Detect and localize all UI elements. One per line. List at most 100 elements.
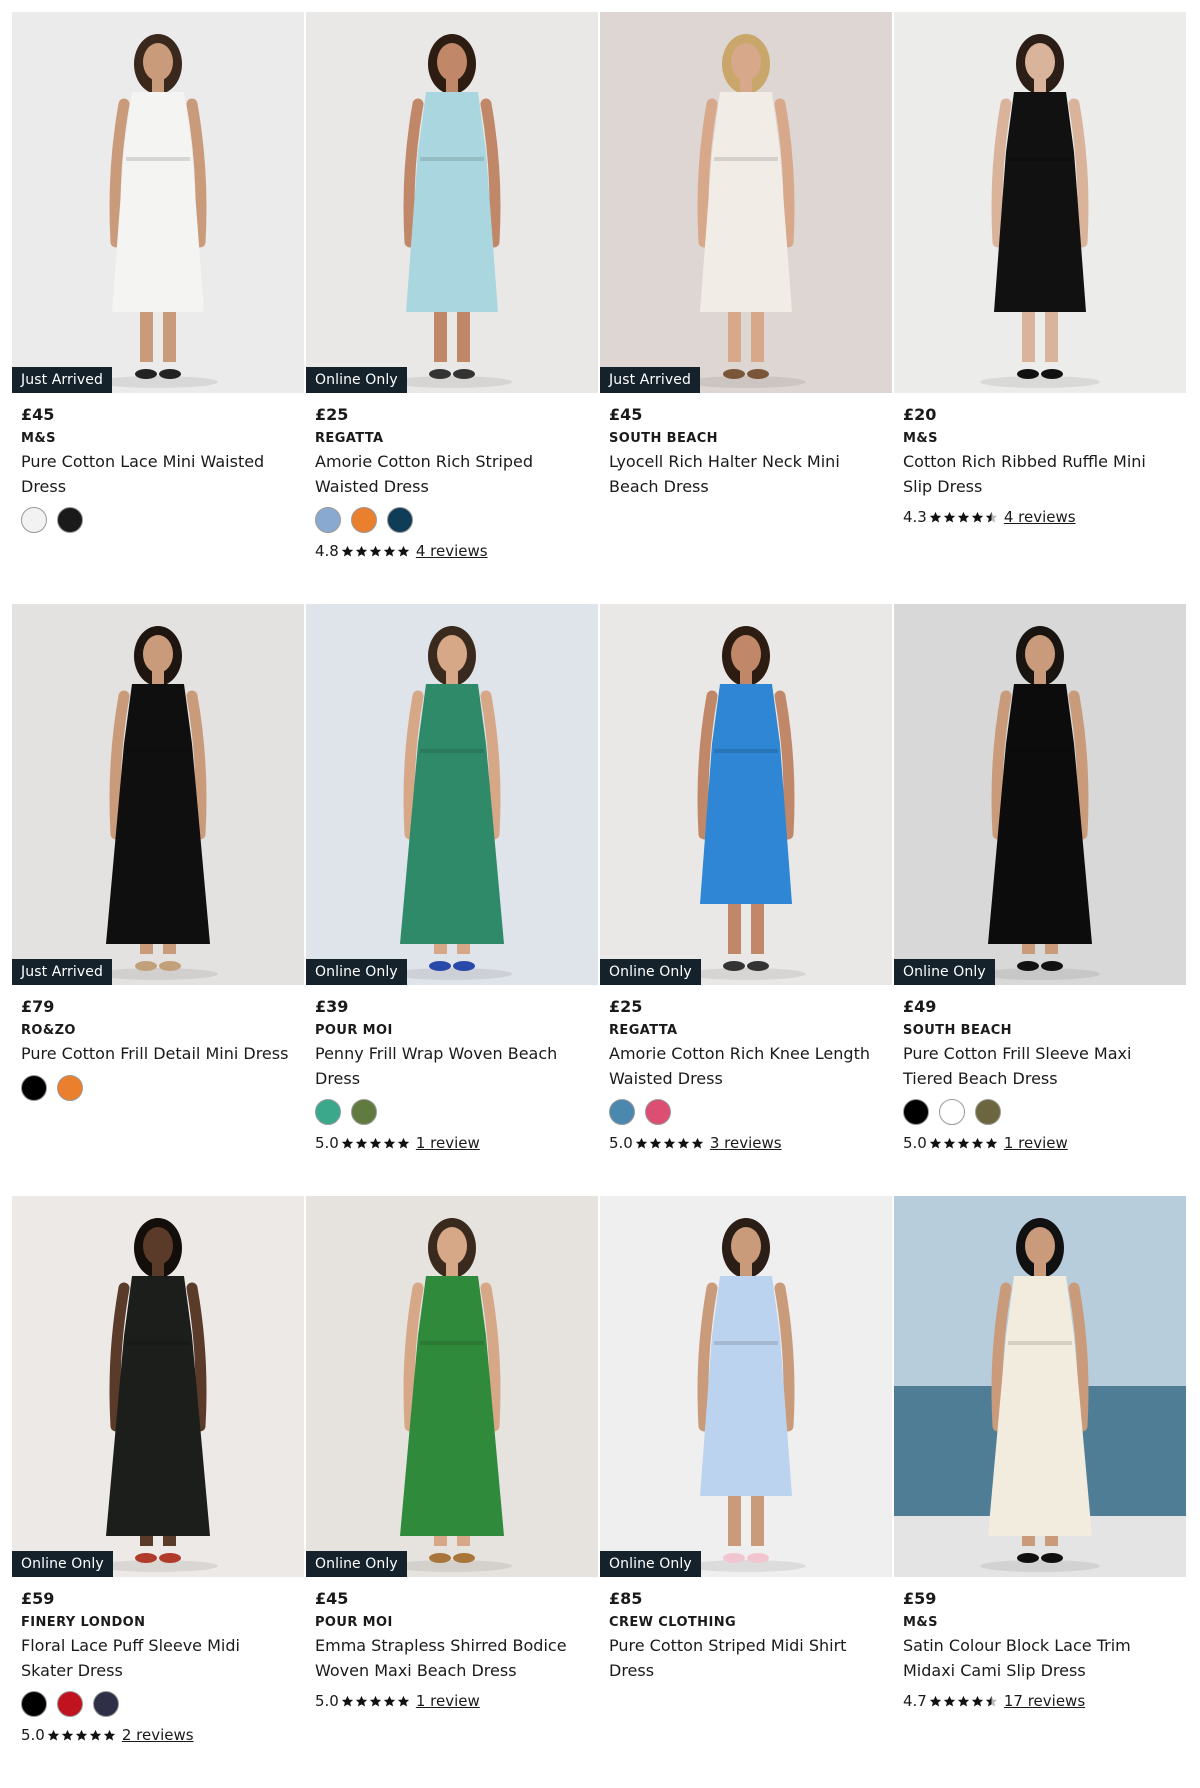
colour-swatches [21,507,295,533]
reviews-link[interactable]: 1 review [416,1131,480,1155]
product-name-link[interactable]: Floral Lace Puff Sleeve Midi Skater Dres… [21,1634,295,1683]
star-icon [369,545,382,557]
product-image-frame[interactable]: Online Only [306,1196,598,1577]
product-card[interactable]: Online Only £59 FINERY LONDON Floral Lace P… [12,1196,304,1788]
product-info: £85 CREW CLOTHING Pure Cotton Striped Midi… [600,1577,892,1683]
product-card[interactable]: Just Arrived £79 RO&ZO Pure Cotton Frill De… [12,604,304,1196]
reviews-link[interactable]: 1 review [1004,1131,1068,1155]
product-image-frame[interactable]: Online Only [600,1196,892,1577]
product-name-link[interactable]: Pure Cotton Frill Sleeve Maxi Tiered Bea… [903,1042,1177,1091]
product-brand: M&S [21,431,56,446]
star-icon [61,1729,74,1741]
product-image[interactable] [600,12,892,393]
product-image-frame[interactable]: Just Arrived [12,12,304,393]
colour-swatch[interactable] [21,507,47,533]
product-image-frame[interactable]: Online Only [894,604,1186,985]
colour-swatch[interactable] [315,1099,341,1125]
colour-swatch[interactable] [57,1691,83,1717]
product-name-link[interactable]: Pure Cotton Lace Mini Waisted Dress [21,450,295,499]
product-image-frame[interactable]: Online Only [306,12,598,393]
product-card[interactable]: £59 M&S Satin Colour Block Lace Trim Midax… [894,1196,1186,1788]
reviews-link[interactable]: 3 reviews [710,1131,782,1155]
product-name-link[interactable]: Satin Colour Block Lace Trim Midaxi Cami… [903,1634,1177,1683]
product-rating: 5.0 1 review [315,1131,589,1155]
product-badge: Online Only [306,959,407,985]
product-image[interactable] [894,604,1186,985]
product-rating: 4.7 17 reviews [903,1689,1177,1713]
colour-swatch[interactable] [21,1691,47,1717]
product-image[interactable] [306,12,598,393]
product-card[interactable]: Online Only £39 POUR MOI Penny Frill Wrap W… [306,604,598,1196]
product-card[interactable]: Online Only £25 REGATTA Amorie Cotton Rich … [600,604,892,1196]
colour-swatches [315,507,589,533]
reviews-link[interactable]: 1 review [416,1689,480,1713]
colour-swatch[interactable] [57,1074,83,1101]
colour-swatch[interactable] [351,1099,377,1125]
product-card[interactable]: Online Only £85 CREW CLOTHING Pure Cotton S… [600,1196,892,1788]
product-info: £59 FINERY LONDON Floral Lace Puff Sleeve … [12,1577,304,1747]
rating-value: 5.0 [609,1134,633,1152]
product-card[interactable]: Just Arrived £45 M&S Pure Cotton Lace Mini … [12,12,304,604]
product-image-frame[interactable] [894,12,1186,393]
product-card[interactable]: £20 M&S Cotton Rich Ribbed Ruffle Mini Sli… [894,12,1186,604]
colour-swatch[interactable] [939,1099,965,1125]
product-image-frame[interactable] [894,1196,1186,1577]
rating-stars [929,511,999,524]
product-brand: POUR MOI [315,1615,393,1630]
product-image[interactable] [12,604,304,985]
colour-swatch[interactable] [609,1099,635,1125]
star-icon [957,1695,970,1707]
product-card[interactable]: Online Only £45 POUR MOI Emma Strapless Shi… [306,1196,598,1788]
product-image[interactable] [600,604,892,985]
colour-swatch[interactable] [645,1099,671,1125]
reviews-link[interactable]: 2 reviews [122,1723,194,1747]
product-name-link[interactable]: Amorie Cotton Rich Striped Waisted Dress [315,450,589,499]
product-info: £45 M&S Pure Cotton Lace Mini Waisted Dres… [12,393,304,533]
product-name-link[interactable]: Penny Frill Wrap Woven Beach Dress [315,1042,589,1091]
product-badge: Online Only [306,1551,407,1577]
product-image-frame[interactable]: Just Arrived [600,12,892,393]
reviews-link[interactable]: 4 reviews [416,539,488,563]
product-image[interactable] [894,12,1186,393]
colour-swatch[interactable] [21,1074,47,1101]
product-name-link[interactable]: Pure Cotton Striped Midi Shirt Dress [609,1634,883,1683]
product-image-frame[interactable]: Online Only [12,1196,304,1577]
product-image[interactable] [306,604,598,985]
product-badge: Online Only [600,959,701,985]
product-image[interactable] [12,12,304,393]
colour-swatch[interactable] [351,507,377,533]
product-name-link[interactable]: Emma Strapless Shirred Bodice Woven Maxi… [315,1634,589,1683]
product-image[interactable] [12,1196,304,1577]
star-icon [957,511,970,523]
star-icon [397,545,410,557]
colour-swatch[interactable] [315,507,341,533]
product-name-link[interactable]: Cotton Rich Ribbed Ruffle Mini Slip Dres… [903,450,1177,499]
product-brand: RO&ZO [21,1023,76,1038]
colour-swatches [903,1099,1177,1125]
product-image[interactable] [894,1196,1186,1577]
product-card[interactable]: Online Only £25 REGATTA Amorie Cotton Rich … [306,12,598,604]
colour-swatch[interactable] [93,1691,119,1717]
product-image-frame[interactable]: Online Only [306,604,598,985]
colour-swatch[interactable] [387,507,413,533]
colour-swatch[interactable] [975,1099,1001,1125]
product-image-frame[interactable]: Just Arrived [12,604,304,985]
star-icon [103,1729,116,1741]
product-badge: Online Only [894,959,995,985]
rating-value: 5.0 [21,1726,45,1744]
colour-swatch[interactable] [903,1099,929,1125]
reviews-link[interactable]: 17 reviews [1004,1689,1085,1713]
product-price: £79 [21,997,55,1016]
product-info: £25 REGATTA Amorie Cotton Rich Striped Wai… [306,393,598,563]
product-name-link[interactable]: Lyocell Rich Halter Neck Mini Beach Dres… [609,450,883,499]
product-image[interactable] [600,1196,892,1577]
reviews-link[interactable]: 4 reviews [1004,505,1076,529]
product-image-frame[interactable]: Online Only [600,604,892,985]
product-name-link[interactable]: Pure Cotton Frill Detail Mini Dress [21,1042,295,1067]
product-card[interactable]: Online Only £49 SOUTH BEACH Pure Cotton Fri… [894,604,1186,1196]
product-image[interactable] [306,1196,598,1577]
rating-stars [635,1137,705,1150]
product-card[interactable]: Just Arrived £45 SOUTH BEACH Lyocell Rich H… [600,12,892,604]
colour-swatch[interactable] [57,507,83,533]
product-name-link[interactable]: Amorie Cotton Rich Knee Length Waisted D… [609,1042,883,1091]
